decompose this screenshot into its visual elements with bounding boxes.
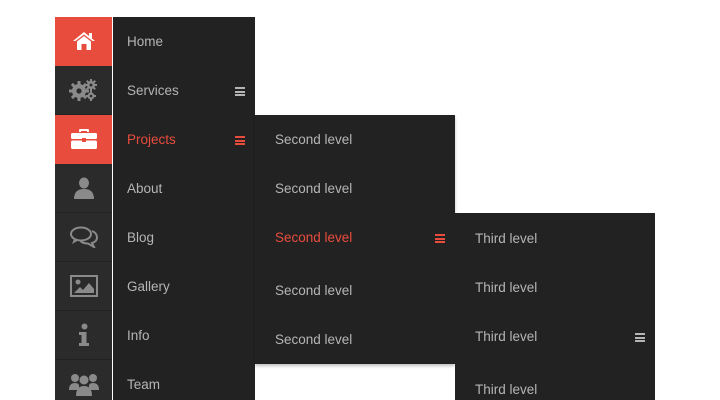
picture-icon <box>69 275 98 297</box>
menu-item-label: Services <box>127 83 179 98</box>
gears-icon <box>68 79 97 101</box>
third-level-item-label: Third level <box>475 382 538 397</box>
submenu-item[interactable]: Second level <box>255 130 455 150</box>
nav-icon-gallery[interactable] <box>55 262 112 311</box>
third-level-item-label: Third level <box>475 280 538 295</box>
nav-icon-home[interactable] <box>55 17 112 66</box>
menu-item-label: Info <box>127 328 150 343</box>
third-level-item[interactable]: Third level <box>455 327 655 347</box>
third-level-menu: Third level Third level Third level Thir… <box>455 213 655 400</box>
home-icon <box>72 32 95 50</box>
menu-item-label: Home <box>127 34 164 49</box>
third-level-item[interactable]: Third level <box>455 278 655 298</box>
nav-icon-about[interactable] <box>55 164 112 213</box>
menu-item-gallery[interactable]: Gallery <box>113 277 255 297</box>
menu-item-team[interactable]: Team <box>113 375 255 395</box>
menu-item-home[interactable]: Home <box>113 32 255 52</box>
submenu-item[interactable]: Second level <box>255 179 455 199</box>
nav-icon-projects[interactable] <box>55 115 112 164</box>
third-level-item-label: Third level <box>475 231 538 246</box>
menu-item-label: Team <box>127 377 161 392</box>
user-icon <box>73 177 94 199</box>
submenu-item-label: Second level <box>275 181 353 196</box>
third-level-item[interactable]: Third level <box>455 380 655 400</box>
submenu-icon <box>235 87 245 96</box>
nav-icon-team[interactable] <box>55 360 112 400</box>
menu-item-label: Gallery <box>127 279 170 294</box>
submenu-item-label: Second level <box>275 230 353 245</box>
info-icon <box>78 323 89 346</box>
submenu-item-label: Second level <box>275 283 353 298</box>
submenu-icon <box>635 333 645 342</box>
submenu-item-active[interactable]: Second level <box>255 228 455 248</box>
group-icon <box>68 374 99 396</box>
menu-item-services[interactable]: Services <box>113 81 255 101</box>
main-menu: Home Services Projects About Blog Galler… <box>113 17 255 400</box>
menu-item-label: Projects <box>127 132 176 147</box>
submenu-item-label: Second level <box>275 132 353 147</box>
submenu-item[interactable]: Second level <box>255 330 455 350</box>
third-level-item[interactable]: Third level <box>455 229 655 249</box>
submenu-icon <box>435 234 445 243</box>
nav-icon-blog[interactable] <box>55 213 112 262</box>
second-level-menu: Second level Second level Second level S… <box>255 115 455 364</box>
menu-item-projects[interactable]: Projects <box>113 130 255 150</box>
menu-item-blog[interactable]: Blog <box>113 228 255 248</box>
nav-icon-info[interactable] <box>55 311 112 360</box>
third-level-item-label: Third level <box>475 329 538 344</box>
menu-item-label: Blog <box>127 230 155 245</box>
submenu-item-label: Second level <box>275 332 353 347</box>
briefcase-icon <box>70 129 97 149</box>
menu-item-about[interactable]: About <box>113 179 255 199</box>
submenu-icon <box>235 136 245 145</box>
nav-icon-services[interactable] <box>55 66 112 115</box>
submenu-item[interactable]: Second level <box>255 281 455 301</box>
menu-item-label: About <box>127 181 163 196</box>
icon-sidebar <box>55 17 112 400</box>
chat-icon <box>69 226 98 248</box>
menu-item-info[interactable]: Info <box>113 326 255 346</box>
